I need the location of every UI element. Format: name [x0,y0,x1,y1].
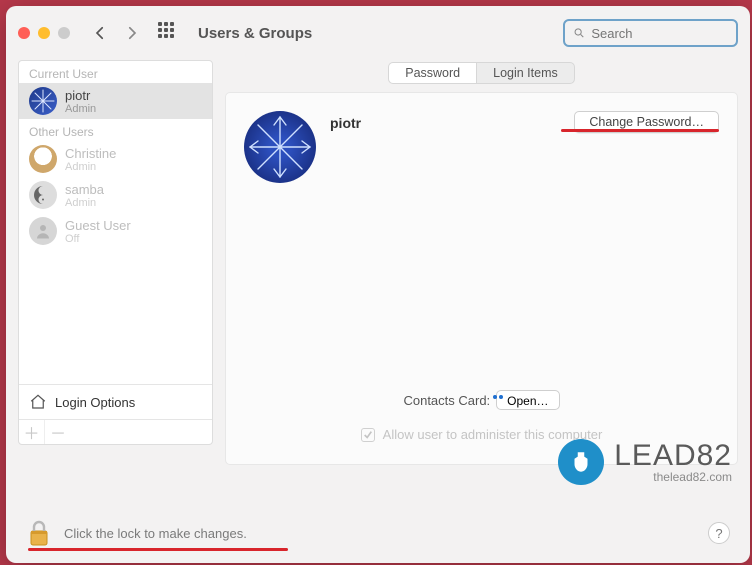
footer: Click the lock to make changes. ? [26,519,730,547]
avatar-samba [29,181,57,209]
user-role-label: Admin [65,103,96,115]
remove-user-button[interactable]: － [45,420,71,444]
lock-hint-text: Click the lock to make changes. [64,526,247,541]
search-icon [573,26,585,40]
user-role-label: Admin [65,161,116,173]
user-name-label: piotr [65,88,96,103]
content-area: Current User piotr Admin Other Users [6,60,750,490]
avatar-guest [29,217,57,245]
snowflake-icon [29,87,57,115]
open-contacts-button[interactable]: Open… [496,390,559,410]
contacts-card-label: Contacts Card: [403,393,490,408]
profile-name: piotr [330,115,361,131]
home-icon [29,393,47,411]
password-panel: piotr Change Password… Contacts Card: Op… [225,92,738,465]
window-controls [18,27,70,39]
admin-checkbox[interactable] [361,428,375,442]
window-title: Users & Groups [198,25,312,42]
other-users-section-label: Other Users [19,119,212,141]
user-row-piotr[interactable]: piotr Admin [19,83,212,119]
current-user-section-label: Current User [19,61,212,83]
snowflake-icon [244,111,316,183]
search-field[interactable] [563,19,738,47]
tab-password[interactable]: Password [388,62,476,84]
annotation-underline [28,548,288,551]
close-window-button[interactable] [18,27,30,39]
users-sidebar: Current User piotr Admin Other Users [18,60,213,445]
search-input[interactable] [591,26,728,41]
add-remove-user-controls: ＋ － [19,420,212,444]
add-user-button[interactable]: ＋ [19,420,45,444]
main-panel: Password Login Items [225,60,738,490]
avatar-christine [29,145,57,173]
login-options-button[interactable]: Login Options [19,384,212,420]
tab-login-items[interactable]: Login Items [476,62,575,84]
back-button[interactable] [88,21,112,45]
show-all-button[interactable] [158,22,180,44]
toolbar: Users & Groups [6,6,750,60]
admin-checkbox-label: Allow user to administer this computer [383,427,603,442]
tab-bar: Password Login Items [225,62,738,84]
profile-header: piotr Change Password… [244,111,719,183]
chevron-left-icon [91,24,109,42]
user-row-christine[interactable]: Christine Admin [19,141,212,177]
user-name-label: samba [65,182,104,197]
loading-dots-icon [493,395,503,399]
user-role-label: Admin [65,197,104,209]
user-row-guest[interactable]: Guest User Off [19,213,212,249]
maximize-window-button[interactable] [58,27,70,39]
admin-checkbox-row: Allow user to administer this computer [226,427,737,442]
preferences-window: Users & Groups Current User [6,6,750,563]
avatar-piotr [29,87,57,115]
minimize-window-button[interactable] [38,27,50,39]
lock-icon[interactable] [26,519,52,547]
user-name-label: Christine [65,146,116,161]
chevron-right-icon [123,24,141,42]
user-name-label: Guest User [65,218,131,233]
user-role-label: Off [65,233,131,245]
login-options-label: Login Options [55,395,135,410]
help-button[interactable]: ? [708,522,730,544]
annotation-underline [561,129,719,132]
forward-button[interactable] [120,21,144,45]
profile-avatar[interactable] [244,111,316,183]
contacts-card-row: Contacts Card: Open… [226,390,737,410]
user-row-samba[interactable]: samba Admin [19,177,212,213]
